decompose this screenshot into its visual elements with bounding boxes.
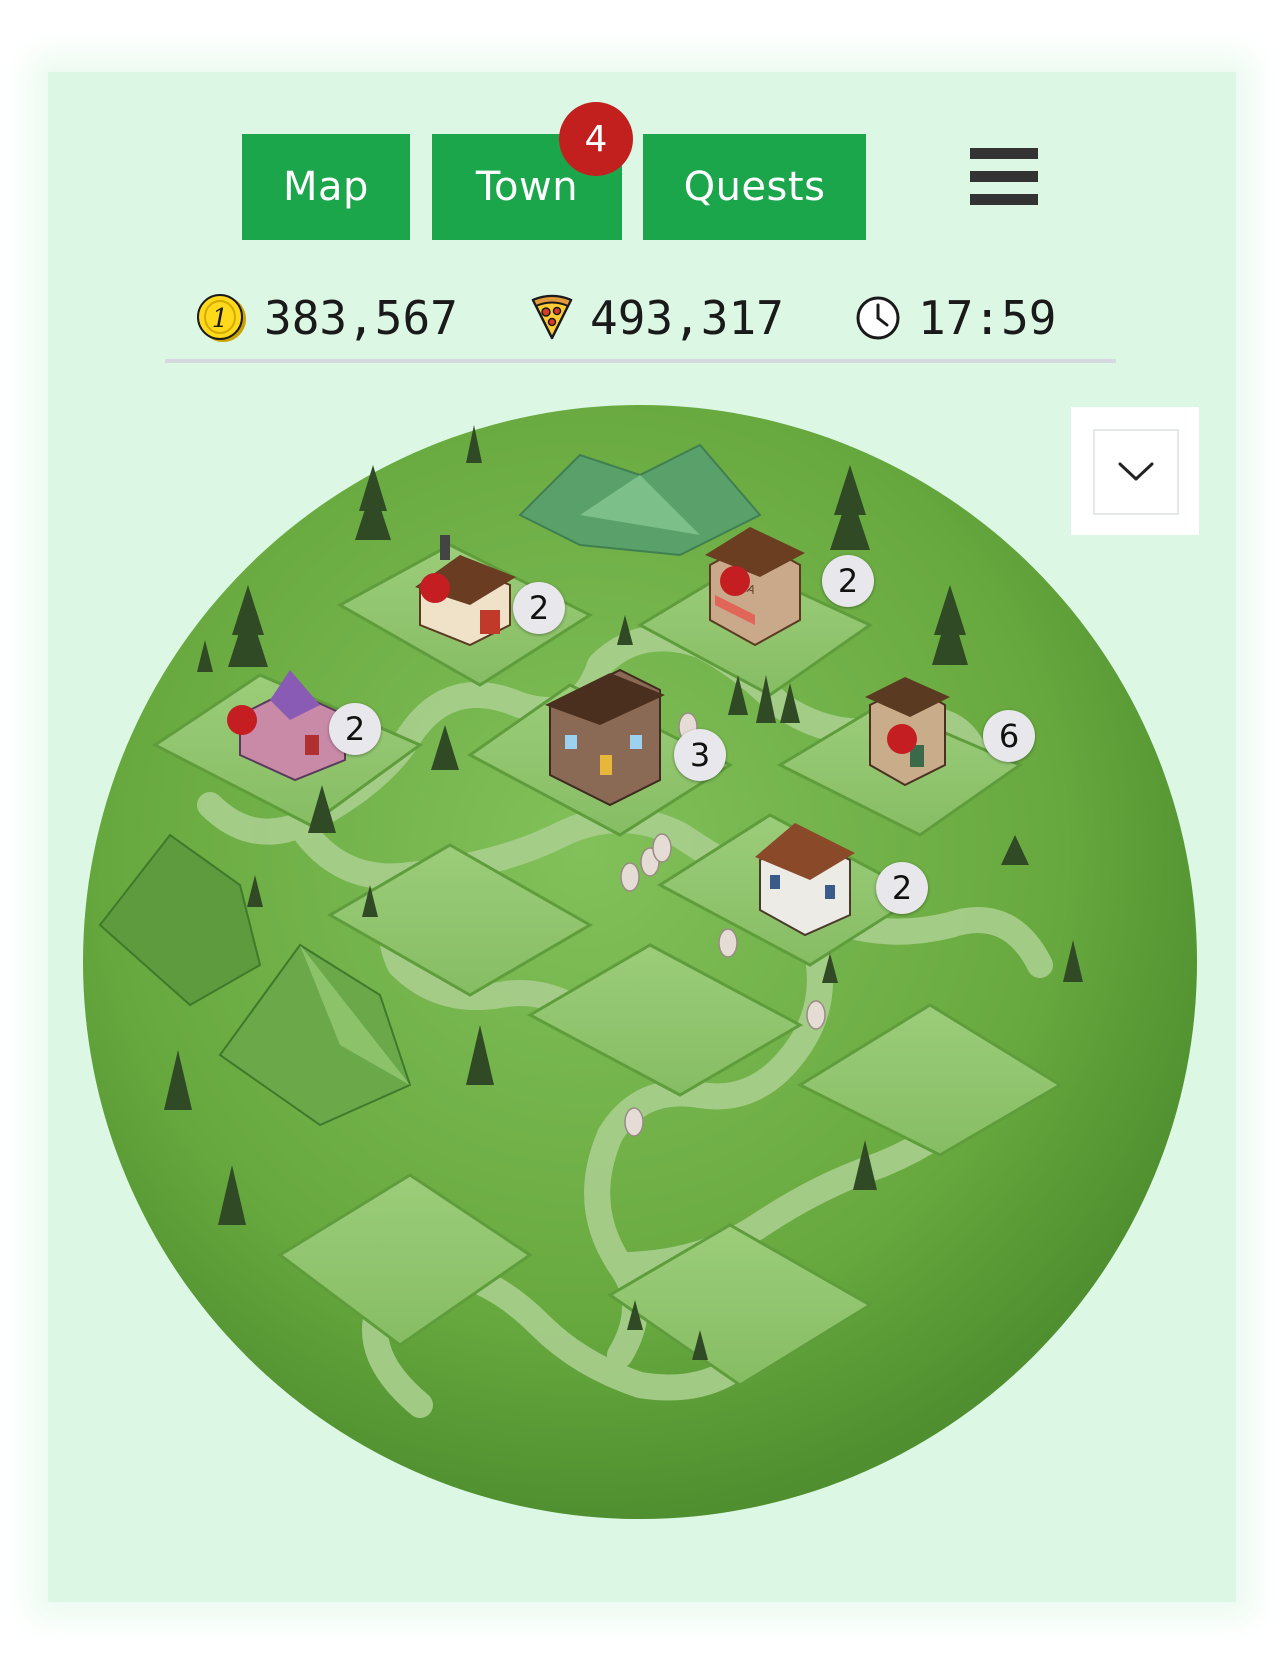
timer-stat: 17:59 — [854, 283, 1056, 353]
alert-dot-bakery — [420, 573, 450, 603]
coins-value: 383,567 — [264, 291, 458, 345]
town-map[interactable]: PIZZA — [80, 405, 1200, 1520]
resource-bar: 1 383,567 493,317 17:59 — [0, 283, 1280, 353]
pizza-value: 493,317 — [590, 291, 784, 345]
stats-divider — [165, 359, 1116, 363]
pizza-shop-count[interactable]: 2 — [822, 555, 874, 607]
pizza-stat: 493,317 — [530, 283, 784, 353]
cottage-count[interactable]: 2 — [876, 862, 928, 914]
clock-icon — [856, 296, 900, 340]
map-dropdown-panel — [1071, 407, 1199, 535]
chevron-down-icon — [1118, 462, 1154, 481]
coin-icon: 1 — [197, 294, 246, 342]
coins-stat: 1 383,567 — [196, 283, 458, 353]
map-dropdown-button[interactable] — [1093, 429, 1179, 515]
alert-dot-purple-house — [227, 705, 257, 735]
town-notification-badge: 4 — [559, 102, 633, 176]
hamburger-menu-icon[interactable] — [970, 148, 1038, 206]
quests-button[interactable]: Quests — [643, 134, 866, 240]
alert-dot-pizza-shop — [720, 566, 750, 596]
town-hall-count[interactable]: 3 — [674, 729, 726, 781]
purple-house-count[interactable]: 2 — [329, 703, 381, 755]
pizza-slice-icon — [531, 294, 573, 340]
svg-text:1: 1 — [212, 304, 229, 334]
alert-dot-shop — [887, 724, 917, 754]
bakery-count[interactable]: 2 — [513, 582, 565, 634]
map-button[interactable]: Map — [242, 134, 410, 240]
timer-value: 17:59 — [918, 291, 1057, 345]
top-nav: Map Town Quests — [0, 134, 1280, 240]
shop-count[interactable]: 6 — [983, 710, 1035, 762]
